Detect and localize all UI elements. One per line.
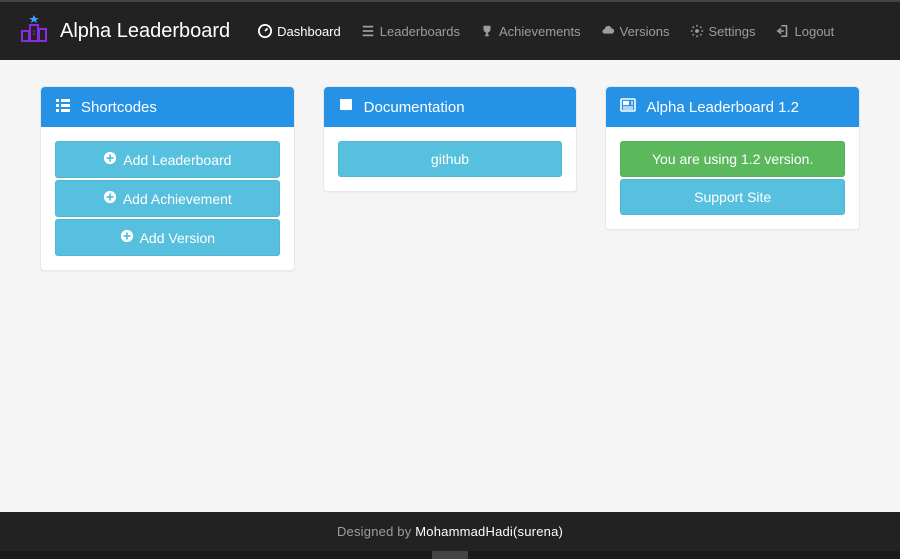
button-label: github (431, 151, 469, 167)
panel-title: Alpha Leaderboard 1.2 (646, 99, 799, 116)
nav-item-versions[interactable]: Versions (593, 16, 678, 47)
github-button[interactable]: github (338, 141, 563, 177)
nav-label: Versions (620, 24, 670, 39)
version-notice-text: You are using 1.2 version. (652, 151, 813, 167)
panel-header-documentation: Documentation (324, 87, 577, 127)
button-label: Add Leaderboard (123, 152, 231, 168)
footer-credit[interactable]: MohammadHadi(surena) (415, 524, 563, 539)
book-icon (338, 97, 354, 117)
plus-circle-icon (103, 151, 117, 168)
news-icon (620, 97, 636, 117)
add-leaderboard-button[interactable]: Add Leaderboard (55, 141, 280, 178)
panel-body: github (324, 127, 577, 191)
panel-documentation: Documentation github (323, 86, 578, 192)
button-label: Add Achievement (123, 191, 232, 207)
dashboard-icon (258, 24, 272, 38)
cloud-icon (601, 24, 615, 38)
logout-icon (776, 24, 790, 38)
nav-label: Logout (795, 24, 835, 39)
version-notice: You are using 1.2 version. (620, 141, 845, 177)
nav-item-achievements[interactable]: Achievements (472, 16, 589, 47)
panel-shortcodes: Shortcodes Add Leaderboard Add Achieveme… (40, 86, 295, 271)
plus-circle-icon (120, 229, 134, 246)
panel-title: Shortcodes (81, 99, 157, 116)
list-icon (55, 97, 71, 117)
navbar: 1 Alpha Leaderboard Dashboard Leaderboar… (0, 0, 900, 60)
button-label: Add Version (140, 230, 216, 246)
leaderboard-logo-icon: 1 (18, 13, 50, 50)
panel-header-about: Alpha Leaderboard 1.2 (606, 87, 859, 127)
svg-text:1: 1 (32, 30, 36, 37)
nav-list: Dashboard Leaderboards Achievements Vers… (250, 16, 842, 47)
nav-label: Settings (709, 24, 756, 39)
footer-prefix: Designed by (337, 524, 415, 539)
leaderboards-icon (361, 24, 375, 38)
panel-header-shortcodes: Shortcodes (41, 87, 294, 127)
main-content: Shortcodes Add Leaderboard Add Achieveme… (0, 60, 900, 512)
nav-item-leaderboards[interactable]: Leaderboards (353, 16, 468, 47)
nav-item-logout[interactable]: Logout (768, 16, 843, 47)
panel-about: Alpha Leaderboard 1.2 You are using 1.2 … (605, 86, 860, 230)
brand[interactable]: 1 Alpha Leaderboard (18, 13, 230, 50)
panel-title: Documentation (364, 99, 465, 116)
panel-body: You are using 1.2 version. Support Site (606, 127, 859, 229)
trophy-icon (480, 24, 494, 38)
brand-title: Alpha Leaderboard (60, 20, 230, 43)
footer-strip (0, 551, 900, 559)
panel-body: Add Leaderboard Add Achievement Add Vers… (41, 127, 294, 270)
nav-item-dashboard[interactable]: Dashboard (250, 16, 349, 47)
add-version-button[interactable]: Add Version (55, 219, 280, 256)
plus-circle-icon (103, 190, 117, 207)
nav-item-settings[interactable]: Settings (682, 16, 764, 47)
button-label: Support Site (694, 189, 771, 205)
footer: Designed by MohammadHadi(surena) (0, 512, 900, 551)
gear-icon (690, 24, 704, 38)
support-site-button[interactable]: Support Site (620, 179, 845, 215)
nav-label: Achievements (499, 24, 581, 39)
nav-label: Leaderboards (380, 24, 460, 39)
nav-label: Dashboard (277, 24, 341, 39)
add-achievement-button[interactable]: Add Achievement (55, 180, 280, 217)
